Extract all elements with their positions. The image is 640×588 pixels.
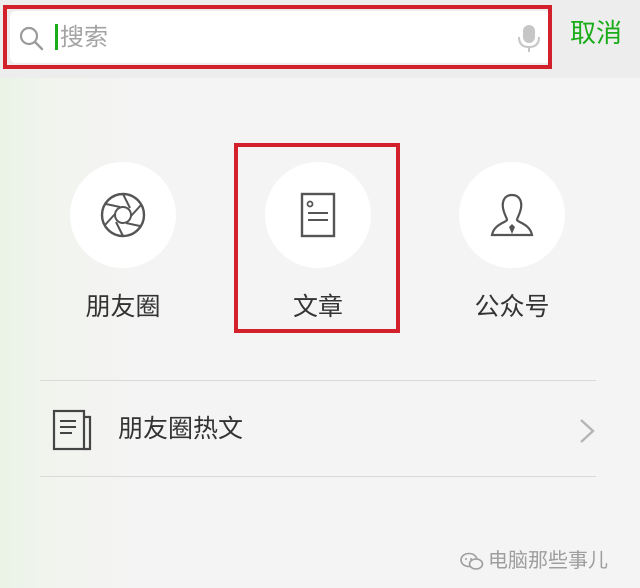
- category-circle: [70, 162, 176, 268]
- chevron-right-icon: [580, 419, 595, 443]
- newspaper-icon: [52, 409, 92, 451]
- hot-articles-row[interactable]: 朋友圈热文: [40, 384, 596, 476]
- cancel-button[interactable]: 取消: [570, 14, 622, 54]
- divider: [40, 380, 596, 381]
- category-label: 公众号: [474, 292, 550, 321]
- category-label: 朋友圈: [85, 292, 161, 321]
- search-highlight-box: [3, 5, 552, 69]
- watermark-text: 电脑那些事儿: [488, 548, 608, 572]
- category-moments[interactable]: 朋友圈: [43, 162, 203, 324]
- watermark: 电脑那些事儿: [460, 545, 608, 575]
- wechat-icon: [460, 552, 484, 570]
- category-official-accounts[interactable]: 公众号: [432, 162, 592, 324]
- person-icon: [490, 193, 534, 237]
- articles-highlight-box: [234, 143, 400, 333]
- category-circle: [459, 162, 565, 268]
- divider: [40, 476, 596, 477]
- hot-articles-label: 朋友圈热文: [118, 414, 244, 443]
- aperture-icon: [100, 192, 146, 238]
